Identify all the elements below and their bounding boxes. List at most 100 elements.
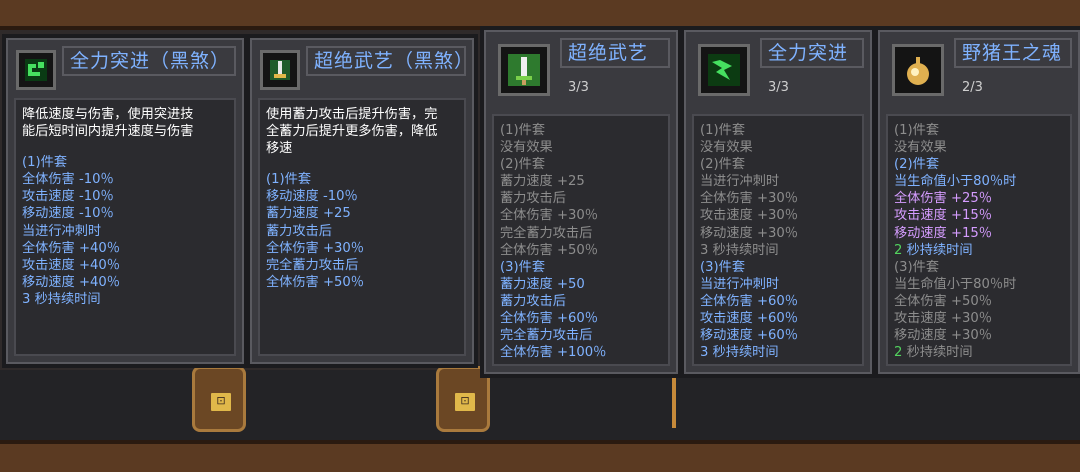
bonus-line: 没有效果 (894, 140, 947, 156)
bonus-line: 攻击速度 +15％ (894, 208, 992, 224)
bonus-line: (3)件套 (500, 259, 546, 275)
floor (0, 370, 1080, 440)
bonus-line: 蓄力速度 +25 (266, 206, 351, 222)
bonus-line: (2)件套 (500, 157, 546, 173)
bonus-line: 全体伤害 +50％ (266, 274, 364, 290)
bonus-line: 攻击速度 +40％ (22, 257, 120, 273)
lock-icon: ⊡ (209, 391, 233, 413)
description: 使用蓄力攻击后提升伤害，完 全蓄力后提升更多伤害，降低 移速 (266, 106, 458, 157)
card-title: 超绝武艺（黑煞） (306, 46, 466, 76)
bonus-line: 攻击速度 -10％ (22, 189, 114, 205)
bonus-line: 蓄力攻击后 (500, 293, 566, 309)
set-bonus-list: (1)件套 没有效果 (2)件套 当进行冲刺时 全体伤害 +30％ 攻击速度 +30％ 移动… (700, 122, 856, 361)
bonus-line: 全体伤害 +30％ (700, 191, 798, 207)
card-title: 全力突进（黑煞） (62, 46, 236, 76)
card-title: 全力突进 (760, 38, 864, 68)
bonus-line: 全体伤害 +40％ (22, 240, 120, 256)
desc-line: 使用蓄力攻击后提升伤害，完 (266, 107, 438, 122)
bonus-line: 全体伤害 +30％ (500, 208, 598, 224)
bonus-line: (1)件套 (266, 172, 312, 188)
wood-beam-bottom (0, 440, 1080, 472)
bonus-line: 全体伤害 +25％ (894, 191, 992, 207)
bonus-line: 3 秒持续时间 (700, 242, 779, 258)
bonus-line: 2 秒持续时间 (894, 242, 1064, 259)
bonus-line: 移动速度 +60％ (700, 328, 798, 344)
bonus-line: 移动速度 +30％ (894, 328, 992, 344)
bonus-line: (1)件套 (894, 123, 940, 138)
pillar (672, 378, 676, 428)
bonus-line: 当进行冲刺时 (700, 174, 780, 190)
description: 降低速度与伤害，使用突进技 能后短时间内提升速度与伤害 (22, 106, 228, 140)
set-card-boar-soul: 野猪王之魂 2/3 (1)件套 没有效果 (2)件套 当生命值小于80％时 全体伤害 +… (874, 26, 1080, 378)
card-body: (1)件套 没有效果 (2)件套 蓄力速度 +25 蓄力攻击后 全体伤害 +30％ 完全蓄力… (492, 114, 670, 366)
bonus-line: 蓄力攻击后 (266, 223, 332, 239)
bonus-line: 2 秒持续时间 (894, 344, 1064, 361)
bonus-line: 全体伤害 +30％ (266, 240, 364, 256)
desc-line: 降低速度与伤害，使用突进技 (22, 107, 194, 122)
bonus-line: (3)件套 (700, 259, 746, 275)
bonus-line: 全体伤害 -10％ (22, 172, 114, 188)
set-card-dash: 全力突进 3/3 (1)件套 没有效果 (2)件套 当进行冲刺时 全体伤害 +30％ 攻击… (680, 26, 876, 378)
bonus-line: 全体伤害 +50％ (500, 242, 598, 258)
bonus-line: 3 秒持续时间 (700, 345, 779, 361)
bonus-line: (2)件套 (894, 157, 940, 173)
card-body: (1)件套 没有效果 (2)件套 当生命值小于80％时 全体伤害 +25％ 攻击速度 +1… (886, 114, 1072, 366)
duration-label: 秒持续时间 (902, 345, 973, 361)
bonus-line: 移动速度 -10％ (22, 206, 114, 222)
set-count: 3/3 (768, 80, 789, 95)
bonus-line: 当生命值小于80％时 (894, 276, 1017, 292)
bonus-line: 全体伤害 +60％ (700, 293, 798, 309)
set-count: 2/3 (962, 80, 983, 95)
bonus-line: 攻击速度 +30％ (894, 311, 992, 327)
bonus-line: (1)件套 (700, 123, 746, 138)
set-bonus-list: (1)件套 没有效果 (2)件套 当生命值小于80％时 全体伤害 +25％ 攻击速度 +1… (894, 122, 1064, 361)
bonus-line: 完全蓄力攻击后 (266, 257, 359, 273)
boar-soul-icon (892, 44, 944, 96)
bonus-line: 蓄力速度 +50 (500, 276, 585, 292)
bonus-line: 完全蓄力攻击后 (500, 328, 593, 344)
bonus-line: 当进行冲刺时 (700, 276, 780, 292)
card-title: 超绝武艺 (560, 38, 670, 68)
bonus-line: (1)件套 (500, 123, 546, 138)
set-card-dash-dark: 全力突进（黑煞） 降低速度与伤害，使用突进技 能后短时间内提升速度与伤害 (1)… (2, 34, 248, 368)
desc-line: 全蓄力后提升更多伤害，降低 (266, 124, 438, 140)
green-dash-icon (698, 44, 750, 96)
card-title: 野猪王之魂 (954, 38, 1072, 68)
duration-label: 秒持续时间 (902, 242, 973, 258)
bonus-line: 没有效果 (500, 140, 553, 156)
bonus-line: 攻击速度 +60％ (700, 311, 798, 327)
bonus-line: 攻击速度 +30％ (700, 208, 798, 224)
bonus-line: (1)件套 (22, 155, 68, 171)
desc-line: 能后短时间内提升速度与伤害 (22, 124, 194, 140)
bonus-line: 移动速度 +15％ (894, 225, 992, 241)
locked-chest[interactable]: ⊡ (192, 366, 246, 432)
bonus-line: (2)件套 (700, 157, 746, 173)
bonus-line: (3)件套 (894, 259, 940, 275)
desc-line: 移速 (266, 141, 293, 157)
bonus-line: 没有效果 (700, 140, 753, 156)
sword-emblem-icon (260, 50, 300, 90)
bonus-line: 当进行冲刺时 (22, 223, 102, 239)
set-bonus-list: (1)件套 全体伤害 -10％ 攻击速度 -10％ 移动速度 -10％ 当进行冲刺时 全体… (22, 154, 228, 308)
bonus-line: 全体伤害 +100％ (500, 345, 607, 361)
bonus-line: 蓄力速度 +25 (500, 174, 585, 190)
bonus-line: 移动速度 +30％ (700, 225, 798, 241)
bonus-line: 全体伤害 +50％ (894, 293, 992, 309)
lock-icon: ⊡ (453, 391, 477, 413)
bonus-line: 蓄力攻击后 (500, 191, 566, 207)
card-body: 降低速度与伤害，使用突进技 能后短时间内提升速度与伤害 (1)件套 全体伤害 -1… (14, 98, 236, 356)
bonus-line: 移动速度 -10％ (266, 189, 358, 205)
set-card-martial-dark: 超绝武艺（黑煞） 使用蓄力攻击后提升伤害，完 全蓄力后提升更多伤害，降低 移速 … (246, 34, 478, 368)
set-card-martial: 超绝武艺 3/3 (1)件套 没有效果 (2)件套 蓄力速度 +25 蓄力攻击后 全体伤害… (480, 26, 682, 378)
card-body: (1)件套 没有效果 (2)件套 当进行冲刺时 全体伤害 +30％ 攻击速度 +30％ 移动… (692, 114, 864, 366)
set-bonus-list: (1)件套 没有效果 (2)件套 蓄力速度 +25 蓄力攻击后 全体伤害 +30％ 完全蓄力… (500, 122, 662, 361)
bonus-line: 3 秒持续时间 (22, 291, 101, 307)
bonus-line: 当生命值小于80％时 (894, 174, 1017, 190)
bonus-line: 全体伤害 +60％ (500, 311, 598, 327)
set-count: 3/3 (568, 80, 589, 95)
card-body: 使用蓄力攻击后提升伤害，完 全蓄力后提升更多伤害，降低 移速 (1)件套 移动速度… (258, 98, 466, 356)
bonus-line: 移动速度 +40％ (22, 274, 120, 290)
green-rune-icon (16, 50, 56, 90)
sword-icon (498, 44, 550, 96)
set-bonus-list: (1)件套 移动速度 -10％ 蓄力速度 +25 蓄力攻击后 全体伤害 +30％ 完全蓄力… (266, 171, 458, 291)
